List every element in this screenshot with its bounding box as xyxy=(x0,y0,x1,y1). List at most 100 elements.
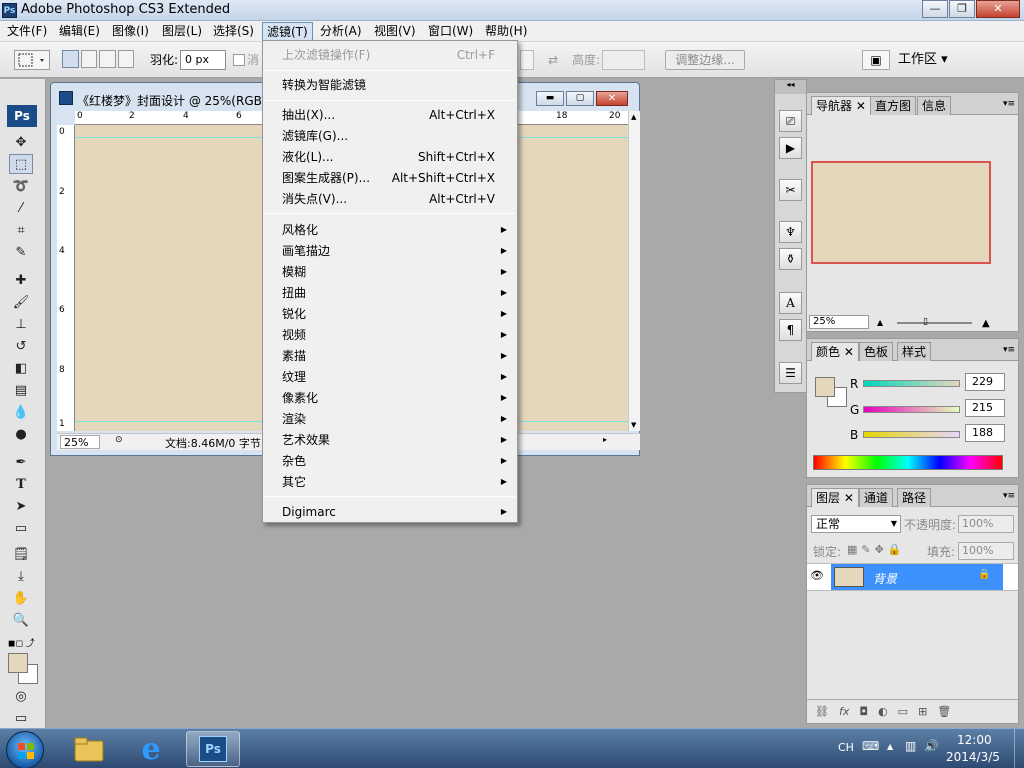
zoom-in-icon[interactable]: ▲ xyxy=(982,318,990,329)
menu-item-filter-gallery[interactable]: 滤镜库(G)... xyxy=(282,126,512,146)
crop-tool-icon[interactable]: ⌗ xyxy=(9,220,33,240)
menu-item-brush-strokes[interactable]: 画笔描边 ▶ xyxy=(282,241,512,261)
path-selection-icon[interactable]: ➤ xyxy=(9,496,33,516)
show-desktop-button[interactable] xyxy=(1014,729,1024,768)
doc-maximize-button[interactable]: ▢ xyxy=(566,91,594,106)
history-panel-icon[interactable]: ⎚ xyxy=(779,110,802,132)
volume-icon[interactable]: 🔊 xyxy=(924,739,939,753)
green-value-field[interactable]: 215 xyxy=(965,399,1005,417)
menu-item-distort[interactable]: 扭曲 ▶ xyxy=(282,283,512,303)
quick-mask-icon[interactable]: ◎ xyxy=(9,686,33,706)
tab-color[interactable]: 颜色 ✕ xyxy=(811,342,859,361)
doc-close-button[interactable]: ✕ xyxy=(596,91,628,106)
menu-analysis[interactable]: 分析(A) xyxy=(316,22,366,41)
start-button[interactable] xyxy=(6,731,44,768)
menu-help[interactable]: 帮助(H) xyxy=(481,22,531,41)
magic-wand-tool-icon[interactable]: ⁄ xyxy=(9,198,33,218)
antialias-checkbox[interactable] xyxy=(233,54,245,66)
panel-menu-icon[interactable]: ▾≡ xyxy=(1003,491,1015,501)
status-arrow-icon[interactable]: ▸ xyxy=(603,435,607,444)
tab-info[interactable]: 信息 xyxy=(917,96,952,115)
height-input[interactable] xyxy=(602,50,645,70)
menu-select[interactable]: 选择(S) xyxy=(209,22,258,41)
menu-item-other[interactable]: 其它 ▶ xyxy=(282,472,512,492)
history-brush-icon[interactable]: ↺ xyxy=(9,336,33,356)
bridge-icon[interactable]: ▣ xyxy=(862,50,890,70)
hand-tool-icon[interactable]: ✋ xyxy=(9,588,33,608)
fill-field[interactable]: 100% xyxy=(958,542,1014,560)
doc-minimize-button[interactable]: ▬ xyxy=(536,91,564,106)
menu-item-blur[interactable]: 模糊 ▶ xyxy=(282,262,512,282)
taskbar-internet-explorer[interactable]: e xyxy=(124,731,178,767)
notes-tool-icon[interactable]: 🗒 xyxy=(9,544,33,564)
screen-mode-icon[interactable]: ▭ xyxy=(9,708,33,728)
gradient-tool-icon[interactable]: ▤ xyxy=(9,380,33,400)
zoom-out-icon[interactable]: ▲ xyxy=(877,318,883,327)
menu-item-texture[interactable]: 纹理 ▶ xyxy=(282,367,512,387)
red-slider[interactable] xyxy=(863,380,960,387)
green-slider[interactable] xyxy=(863,406,960,413)
blend-mode-select[interactable]: 正常 ▼ xyxy=(811,515,901,533)
tab-swatches[interactable]: 色板 xyxy=(859,342,894,361)
lasso-tool-icon[interactable]: ➰ xyxy=(9,176,33,196)
new-selection-button[interactable] xyxy=(62,50,79,68)
menu-file[interactable]: 文件(F) xyxy=(3,22,51,41)
menu-filter[interactable]: 滤镜(T) xyxy=(262,22,313,41)
menu-item-noise[interactable]: 杂色 ▶ xyxy=(282,451,512,471)
tab-paths[interactable]: 路径 xyxy=(897,488,932,507)
new-layer-icon[interactable]: ⊞ xyxy=(918,705,927,718)
menu-item-convert-smart-filter[interactable]: 转换为智能滤镜 xyxy=(282,75,512,95)
zoom-tool-icon[interactable]: 🔍 xyxy=(9,610,33,630)
menu-item-pixelate[interactable]: 像素化 ▶ xyxy=(282,388,512,408)
refine-edge-button[interactable]: 调整边缘... xyxy=(665,50,745,70)
menu-window[interactable]: 窗口(W) xyxy=(424,22,477,41)
subtract-selection-button[interactable] xyxy=(99,50,116,68)
taskbar-photoshop[interactable]: Ps xyxy=(186,731,240,767)
eraser-tool-icon[interactable]: ◧ xyxy=(9,358,33,378)
tool-presets-icon[interactable]: ✂ xyxy=(779,179,802,201)
clock-date[interactable]: 2014/3/5 xyxy=(946,750,1000,764)
close-button[interactable]: ✕ xyxy=(976,0,1020,18)
opacity-field[interactable]: 100% xyxy=(958,515,1014,533)
layer-style-icon[interactable]: fx xyxy=(839,705,849,718)
menu-item-render[interactable]: 渲染 ▶ xyxy=(282,409,512,429)
color-spectrum-bar[interactable] xyxy=(813,455,1003,470)
intersect-selection-button[interactable] xyxy=(117,50,134,68)
clone-source-icon[interactable]: ⚱ xyxy=(779,248,802,270)
move-tool-icon[interactable]: ✥ xyxy=(9,132,33,152)
layer-mask-icon[interactable]: ◘ xyxy=(859,705,868,718)
feather-input[interactable]: 0 px xyxy=(180,50,226,70)
rectangle-shape-icon[interactable]: ▭ xyxy=(9,518,33,538)
eyedropper-tool-icon[interactable]: ⤓ xyxy=(9,566,33,586)
brushes-panel-icon[interactable]: ♆ xyxy=(779,221,802,243)
status-menu-icon[interactable]: ⊙ xyxy=(115,435,123,445)
actions-panel-icon[interactable]: ▶ xyxy=(779,137,802,159)
color-foreground-swatch[interactable] xyxy=(815,377,835,397)
menu-edit[interactable]: 编辑(E) xyxy=(55,22,104,41)
menu-item-sharpen[interactable]: 锐化 ▶ xyxy=(282,304,512,324)
menu-layer[interactable]: 图层(L) xyxy=(158,22,206,41)
blue-value-field[interactable]: 188 xyxy=(965,424,1005,442)
link-layers-icon[interactable]: ⛓ xyxy=(815,705,829,718)
menu-item-sketch[interactable]: 素描 ▶ xyxy=(282,346,512,366)
network-icon[interactable]: ▥ xyxy=(905,739,916,753)
panel-menu-icon[interactable]: ▾≡ xyxy=(1003,345,1015,355)
tab-layers[interactable]: 图层 ✕ xyxy=(811,488,859,507)
keyboard-icon[interactable]: ⌨ xyxy=(862,739,879,753)
paragraph-panel-icon[interactable]: ¶ xyxy=(779,319,802,341)
minimize-button[interactable]: — xyxy=(922,0,948,18)
clone-stamp-icon[interactable]: ⊥ xyxy=(9,314,33,334)
menu-item-extract[interactable]: 抽出(X)... Alt+Ctrl+X xyxy=(282,105,512,125)
menu-item-vanishing-point[interactable]: 消失点(V)... Alt+Ctrl+V xyxy=(282,189,512,209)
menu-item-liquify[interactable]: 液化(L)... Shift+Ctrl+X xyxy=(282,147,512,167)
delete-layer-icon[interactable]: 🗑 xyxy=(937,705,951,718)
document-vertical-scrollbar[interactable]: ▲ ▼ xyxy=(628,111,640,431)
zoom-field[interactable]: 25% xyxy=(60,435,100,449)
eye-visibility-icon[interactable]: 👁 xyxy=(810,569,824,582)
language-indicator[interactable]: CH xyxy=(838,741,854,754)
tab-navigator[interactable]: 导航器 ✕ xyxy=(811,96,871,115)
foreground-color-swatch[interactable] xyxy=(8,653,28,673)
width-input[interactable] xyxy=(520,50,534,70)
marquee-tool-preset[interactable] xyxy=(14,50,50,70)
scroll-up-icon[interactable]: ▲ xyxy=(631,113,636,121)
